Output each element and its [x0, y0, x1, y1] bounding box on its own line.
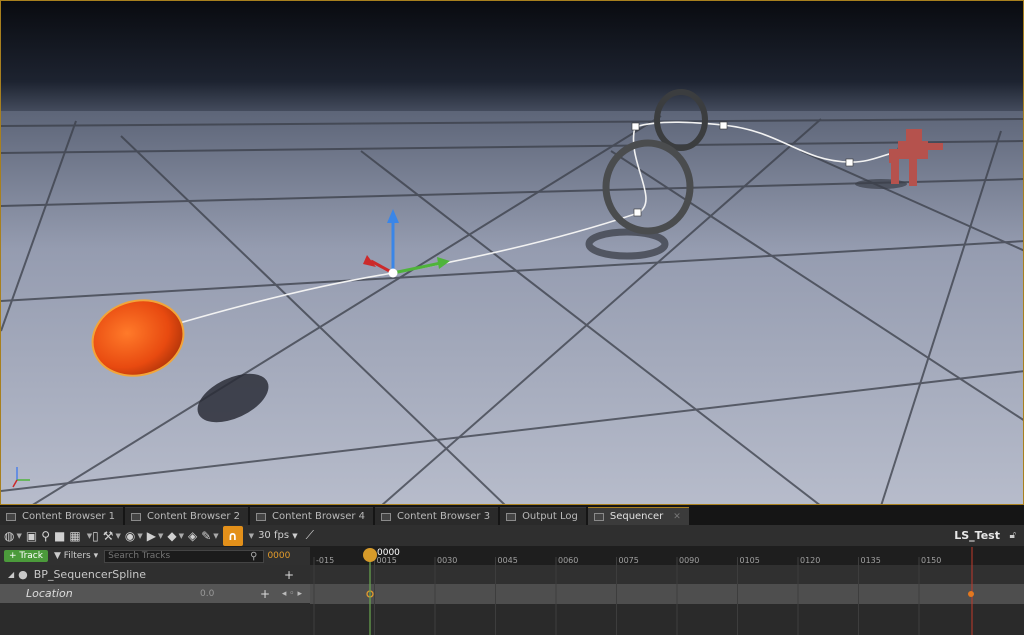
timeline-tick-label: 0090: [679, 556, 699, 565]
content-browser-icon: [381, 512, 392, 521]
fps-selector[interactable]: 30 fps ▼: [258, 530, 298, 541]
play-icon[interactable]: ▶ ▼: [147, 526, 164, 546]
curve-icon[interactable]: ⟋: [306, 526, 314, 546]
timeline-tick-label: 0105: [740, 556, 760, 565]
sequencer-icon: [593, 512, 604, 521]
tab-content-browser-3[interactable]: Content Browser 3: [375, 507, 499, 525]
track-row-location[interactable]: Location 0.0 + ◂ ◦ ▸: [0, 584, 310, 603]
expand-arrow-icon[interactable]: ◢: [8, 570, 14, 579]
camera-icon[interactable]: ■: [54, 526, 65, 546]
brush-icon[interactable]: ✎ ▼: [201, 526, 218, 546]
tab-label: Sequencer: [609, 511, 664, 522]
object-name: BP_SequencerSpline: [33, 568, 147, 581]
keyframe-icon[interactable]: ◆ ▼: [167, 526, 184, 546]
search-tracks-input[interactable]: [104, 549, 265, 563]
sequencer-toolbar: ◍ ▼ ▣ ⚲ ■ ▦ ▼ ▯ ⚒ ▼ ◉ ▼ ▶ ▼ ◆ ▼ ◈ ✎ ▼ ∩ ▼ 30 fp…: [0, 525, 1024, 547]
add-key-button[interactable]: +: [260, 587, 270, 601]
track-row-object[interactable]: ◢ ● BP_SequencerSpline +: [0, 565, 310, 584]
object-icon: ●: [18, 568, 28, 581]
tab-content-browser-4[interactable]: Content Browser 4: [250, 507, 374, 525]
playhead-label: 0000: [377, 548, 400, 558]
timeline-tick-label: 0120: [800, 556, 820, 565]
timeline-tick-label: 0135: [861, 556, 881, 565]
search-icon: ⚲: [250, 550, 258, 562]
sequence-name: LS_Test: [954, 529, 1000, 542]
lock-icon[interactable]: 🔓︎: [1010, 530, 1016, 541]
tab-label: Output Log: [522, 511, 578, 522]
timeline-tick-label: 0075: [619, 556, 639, 565]
timeline-tick-label: 0060: [558, 556, 578, 565]
chevron-down-icon: ▼: [292, 532, 298, 540]
tab-label: Content Browser 1: [22, 511, 116, 522]
tab-label: Content Browser 4: [272, 511, 366, 522]
content-browser-icon: [256, 512, 267, 521]
snap-options-icon[interactable]: ▼: [247, 526, 254, 546]
current-time-field[interactable]: 0000: [267, 551, 290, 561]
track-name: Location: [26, 587, 73, 600]
add-subtrack-button[interactable]: +: [284, 568, 294, 582]
filters-button[interactable]: ▼ Filters ▾: [54, 551, 98, 561]
timeline-tick-label: -015: [316, 556, 334, 565]
tab-label: Content Browser 3: [397, 511, 491, 522]
content-browser-icon: [131, 512, 142, 521]
track-tree: + Track ▼ Filters ▾ ⚲ 0000 ◢ ● BP_Sequen…: [0, 547, 310, 635]
auto-key-icon[interactable]: ◈: [188, 526, 197, 546]
eye-icon[interactable]: ◉ ▼: [125, 526, 143, 546]
keyframe-marker[interactable]: [968, 591, 974, 597]
save-icon[interactable]: ▣: [26, 526, 37, 546]
playhead-handle[interactable]: [363, 548, 377, 562]
output-log-icon: [506, 512, 517, 521]
tab-output-log[interactable]: Output Log: [500, 507, 586, 525]
tab-content-browser-1[interactable]: Content Browser 1: [0, 507, 124, 525]
world-icon[interactable]: ◍ ▼: [4, 526, 22, 546]
fps-label: 30 fps: [258, 530, 290, 541]
editor-tab-bar: Content Browser 1 Content Browser 2 Cont…: [0, 505, 1024, 525]
key-navigation-controls[interactable]: ◂ ◦ ▸: [282, 589, 302, 599]
track-filter-bar: + Track ▼ Filters ▾ ⚲ 0000: [0, 547, 310, 565]
tab-content-browser-2[interactable]: Content Browser 2: [125, 507, 249, 525]
timeline-tick-label: 0045: [498, 556, 518, 565]
content-browser-icon: [6, 512, 16, 521]
viewport-scene: [1, 1, 1023, 504]
close-tab-icon[interactable]: ✕: [673, 512, 681, 522]
clapper-icon[interactable]: ▦: [69, 526, 80, 546]
track-value[interactable]: 0.0: [200, 589, 214, 599]
render-icon[interactable]: ▼ ▯: [85, 526, 99, 546]
sequencer-timeline[interactable]: -015 0015 0030 0045 0060 0075 0090 0105 0120 0135…: [310, 547, 1024, 635]
filters-label: Filters: [63, 551, 91, 561]
search-icon[interactable]: ⚲: [41, 526, 50, 546]
tab-sequencer[interactable]: Sequencer ✕: [587, 507, 689, 525]
level-viewport[interactable]: [0, 0, 1024, 505]
add-track-button[interactable]: + Track: [4, 550, 48, 562]
wrench-icon[interactable]: ⚒ ▼: [103, 526, 121, 546]
magnet-icon[interactable]: ∩: [222, 525, 243, 546]
tab-label: Content Browser 2: [147, 511, 241, 522]
timeline-tick-label: 0030: [437, 556, 457, 565]
timeline-canvas[interactable]: -015 0015 0030 0045 0060 0075 0090 0105 0120 0135…: [310, 547, 1024, 635]
timeline-tick-label: 0150: [921, 556, 941, 565]
